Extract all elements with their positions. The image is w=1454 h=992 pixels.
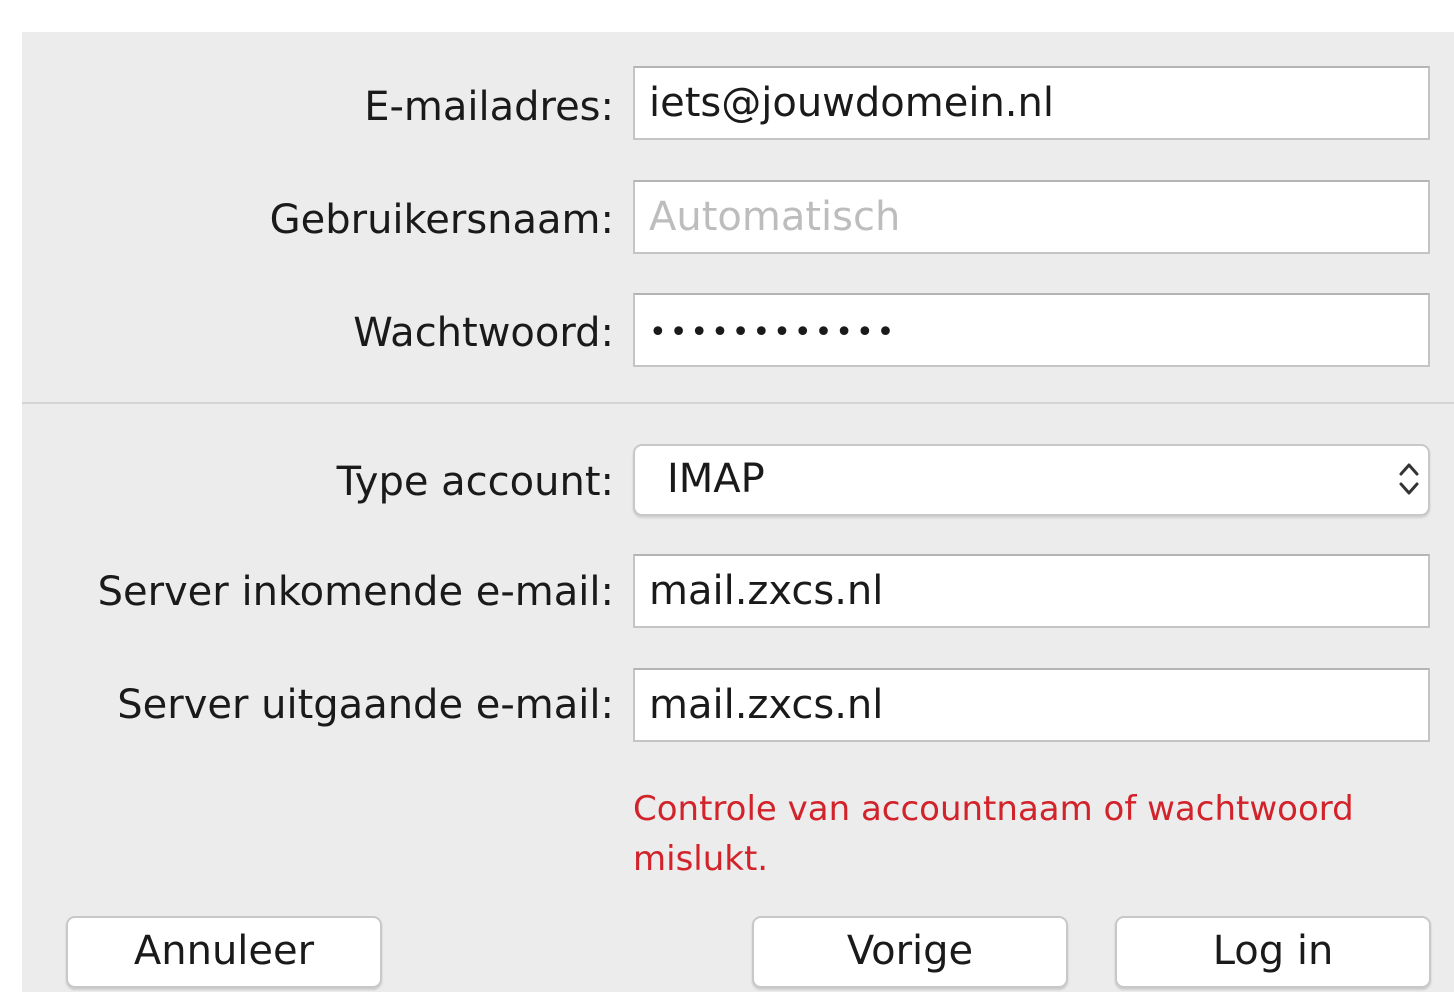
email-label: E-mailadres: bbox=[364, 84, 614, 130]
password-label: Wachtwoord: bbox=[353, 310, 614, 356]
incoming-server-field[interactable]: mail.zxcs.nl bbox=[633, 554, 1430, 628]
account-type-value: IMAP bbox=[667, 456, 765, 502]
login-button[interactable]: Log in bbox=[1115, 916, 1431, 988]
mail-account-dialog: E-mailadres: iets@jouwdomein.nl Gebruike… bbox=[22, 32, 1454, 992]
account-type-label: Type account: bbox=[336, 459, 614, 505]
error-message-line-1: Controle van accountnaam of wachtwoord bbox=[633, 789, 1354, 829]
account-type-select[interactable]: IMAP bbox=[633, 444, 1430, 516]
chevron-up-down-icon bbox=[1399, 463, 1419, 495]
error-message: Controle van accountnaam of wachtwoord m… bbox=[633, 784, 1433, 884]
error-message-line-2: mislukt. bbox=[633, 839, 769, 879]
outgoing-server-label: Server uitgaande e-mail: bbox=[117, 682, 614, 728]
previous-button[interactable]: Vorige bbox=[752, 916, 1068, 988]
cancel-button[interactable]: Annuleer bbox=[66, 916, 382, 988]
email-field[interactable]: iets@jouwdomein.nl bbox=[633, 66, 1430, 140]
outgoing-server-field[interactable]: mail.zxcs.nl bbox=[633, 668, 1430, 742]
username-field[interactable]: Automatisch bbox=[633, 180, 1430, 254]
password-field[interactable]: •••••••••••• bbox=[633, 293, 1430, 367]
section-divider bbox=[22, 402, 1454, 404]
username-label: Gebruikersnaam: bbox=[269, 197, 614, 243]
incoming-server-label: Server inkomende e-mail: bbox=[97, 569, 614, 615]
